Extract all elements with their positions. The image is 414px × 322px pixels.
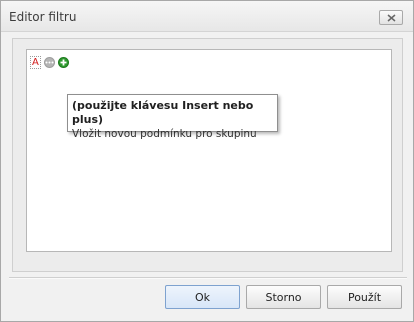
cancel-button[interactable]: Storno bbox=[246, 285, 321, 309]
tooltip-text: Vložit novou podmínku pro skupinu bbox=[72, 128, 257, 140]
filter-tree-editor[interactable]: A bbox=[26, 49, 392, 252]
close-button[interactable] bbox=[379, 10, 403, 25]
ellipsis-icon[interactable] bbox=[43, 57, 55, 68]
tooltip-title: (použijte klávesu Insert nebo plus) bbox=[72, 99, 254, 126]
filter-editor-dialog: Editor filtru A (použijte klávesu Insert… bbox=[0, 0, 414, 322]
ok-button[interactable]: Ok bbox=[165, 285, 240, 309]
plus-circle-icon[interactable] bbox=[57, 57, 69, 68]
plus-glyph bbox=[60, 59, 67, 66]
window-title: Editor filtru bbox=[9, 10, 77, 24]
title-bar: Editor filtru bbox=[1, 1, 413, 32]
ellipsis-dots bbox=[45, 61, 54, 64]
apply-button[interactable]: Použít bbox=[327, 285, 402, 309]
group-operator-link[interactable]: A bbox=[30, 56, 41, 69]
root-group-node: A bbox=[30, 56, 69, 69]
footer-separator bbox=[9, 277, 407, 279]
close-x-icon bbox=[387, 13, 395, 22]
add-condition-tooltip: (použijte klávesu Insert nebo plus) Vlož… bbox=[67, 94, 278, 140]
